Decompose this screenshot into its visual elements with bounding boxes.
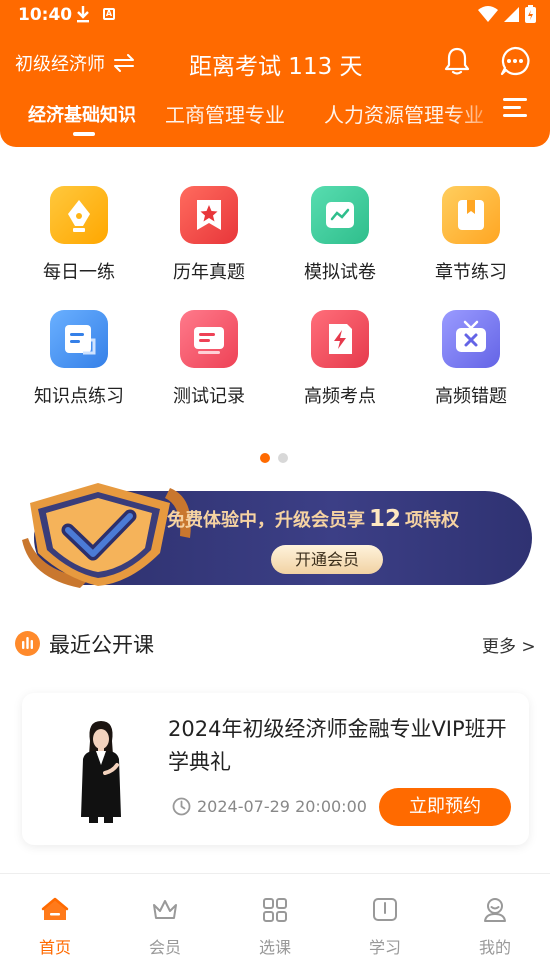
bell-icon[interactable] (442, 46, 472, 76)
status-bar: 10:40 A (0, 0, 550, 30)
course-card[interactable]: 2024年初级经济师金融专业VIP班开学典礼 2024-07-29 20:00:… (22, 693, 529, 845)
grid-label: 知识点练习 (34, 386, 124, 407)
nav-label: 会员 (148, 938, 181, 957)
nav-label: 首页 (38, 938, 71, 957)
nav-label: 选课 (258, 938, 291, 957)
banner-promo-text: 免费体验中，升级会员享 12 项特权 (167, 506, 459, 532)
nav-label: 学习 (368, 938, 401, 957)
grid-item-past-papers[interactable]: 历年真题 (149, 186, 269, 284)
pen-nib-icon (50, 186, 108, 244)
exam-type-switcher[interactable]: 初级经济师 (15, 50, 135, 76)
tab-business-management[interactable]: 工商管理专业 (165, 99, 285, 128)
bookmark-book-glyph (458, 200, 484, 230)
banner-text-after: 项特权 (405, 510, 460, 531)
nav-membership[interactable]: 会员 (125, 896, 205, 958)
note-doc-icon (50, 310, 108, 368)
bar-chart-glyph (22, 637, 33, 649)
menu-icon-line (503, 98, 527, 101)
bottom-nav: 首页 会员 选课 学习 我的 (0, 873, 550, 977)
wrong-tv-icon (442, 310, 500, 368)
clock-icon (172, 797, 191, 816)
banner-text-before: 免费体验中，升级会员享 (167, 510, 365, 531)
menu-icon[interactable] (503, 98, 527, 118)
chart-tray-icon (311, 186, 369, 244)
more-link[interactable]: 更多 > (482, 632, 536, 657)
open-membership-button[interactable]: 开通会员 (271, 545, 383, 574)
section-title: 最近公开课 (49, 633, 154, 657)
grid-item-mock-exam[interactable]: 模拟试卷 (280, 186, 400, 284)
grid-item-chapter-practice[interactable]: 章节练习 (411, 186, 531, 284)
exam-countdown: 距离考试 113 天 (189, 54, 363, 80)
crown-icon (153, 900, 177, 919)
book-icon (373, 898, 397, 921)
active-tab-indicator (73, 132, 95, 136)
grid-item-key-points[interactable]: 高频考点 (280, 310, 400, 408)
grid-item-daily-practice[interactable]: 每日一练 (19, 186, 139, 284)
page-dot (278, 453, 288, 463)
star-book-glyph (197, 200, 221, 230)
tab-economics-basics[interactable]: 经济基础知识 (28, 101, 136, 127)
instructor-photo (81, 721, 121, 823)
lightning-doc-glyph (329, 324, 352, 354)
signal-icon (504, 6, 519, 22)
exam-type-label: 初级经济师 (15, 54, 105, 75)
battery-icon (525, 5, 536, 23)
download-icon (77, 6, 89, 23)
pen-nib-glyph (68, 200, 90, 232)
chart-tray-glyph (326, 202, 354, 228)
grid-icon (263, 898, 287, 922)
wifi-icon (478, 6, 498, 22)
lightning-doc-icon (311, 310, 369, 368)
course-time: 2024-07-29 20:00:00 (172, 797, 367, 816)
banner-count: 12 (369, 506, 402, 532)
status-indicators (478, 5, 536, 23)
nav-label: 我的 (478, 938, 511, 957)
wrong-tv-glyph (456, 320, 486, 352)
nav-courses[interactable]: 选课 (235, 896, 315, 958)
page-dot-active (260, 453, 270, 463)
nav-study[interactable]: 学习 (345, 896, 425, 958)
bookmark-book-icon (442, 186, 500, 244)
grid-label: 章节练习 (435, 262, 507, 283)
membership-banner[interactable]: 免费体验中，升级会员享 12 项特权 开通会员 (20, 478, 532, 590)
grid-label: 模拟试卷 (304, 262, 376, 283)
grid-item-frequent-errors[interactable]: 高频错题 (411, 310, 531, 408)
grid-label: 每日一练 (43, 262, 115, 283)
grid-label: 测试记录 (173, 386, 245, 407)
record-card-glyph (194, 327, 224, 354)
menu-icon-line (503, 106, 521, 109)
grid-item-test-records[interactable]: 测试记录 (149, 310, 269, 408)
page-indicator (260, 453, 288, 463)
header: 10:40 A 初级经济师 距离考试 113 天 经济基础知识 工商管理专业 人… (0, 0, 550, 147)
course-time-text: 2024-07-29 20:00:00 (197, 797, 367, 816)
nav-profile[interactable]: 我的 (455, 896, 535, 958)
nav-home[interactable]: 首页 (15, 896, 95, 958)
grid-item-knowledge-practice[interactable]: 知识点练习 (19, 310, 139, 408)
menu-icon-line (503, 114, 527, 117)
profile-icon (484, 898, 506, 922)
course-title: 2024年初级经济师金融专业VIP班开学典礼 (168, 717, 507, 774)
bar-chart-icon (15, 631, 40, 656)
shield-check-icon (22, 483, 191, 588)
home-icon (41, 897, 69, 920)
grid-label: 高频错题 (435, 386, 507, 407)
record-card-icon (180, 310, 238, 368)
grid-label: 历年真题 (173, 262, 245, 283)
grid-label: 高频考点 (304, 386, 376, 407)
note-doc-glyph (65, 325, 96, 355)
app-notification-icon: A (103, 8, 115, 20)
message-icon[interactable] (500, 46, 530, 76)
status-time: 10:40 (18, 5, 73, 25)
switch-arrows-icon (114, 54, 134, 72)
tabs-fade (450, 96, 510, 136)
star-book-icon (180, 186, 238, 244)
reserve-button[interactable]: 立即预约 (379, 788, 511, 826)
